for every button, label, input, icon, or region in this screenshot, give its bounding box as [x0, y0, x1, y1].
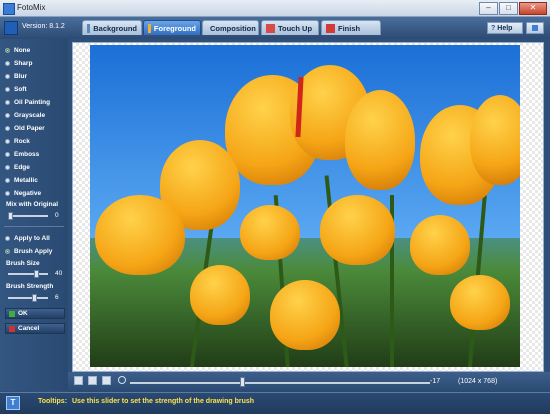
effect-option-negative[interactable]: Negative	[5, 187, 41, 199]
tab-composition[interactable]: Composition	[202, 20, 259, 35]
mix-slider-thumb[interactable]	[8, 212, 13, 220]
info-icon	[532, 25, 538, 31]
minimize-button[interactable]: –	[479, 2, 498, 15]
app-icon	[3, 3, 15, 15]
tulip-blossom	[270, 280, 340, 350]
brush-strength-value: 6	[55, 294, 59, 301]
radio-icon	[5, 138, 10, 144]
tooltip-label: Tooltips:	[38, 398, 68, 405]
effect-option-grayscale[interactable]: Grayscale	[5, 109, 45, 121]
radio-icon	[5, 164, 10, 170]
effect-option-soft[interactable]: Soft	[5, 83, 27, 95]
radio-icon	[5, 73, 10, 79]
radio-icon	[5, 177, 10, 183]
tulip-blossom	[320, 195, 395, 265]
image-size: (1024 x 768)	[458, 378, 498, 385]
radio-icon	[5, 151, 10, 157]
logo-icon	[4, 21, 18, 35]
brush-strength-thumb[interactable]	[32, 294, 37, 302]
tooltip-text: Use this slider to set the strength of t…	[72, 398, 255, 405]
tulip-blossom	[95, 195, 185, 275]
zoom-bar: -17 (1024 x 768)	[68, 372, 550, 392]
effect-option-metallic[interactable]: Metallic	[5, 174, 38, 186]
zoom-icon[interactable]	[102, 376, 111, 385]
magnifier-icon	[118, 376, 126, 384]
version-label: Version: 8.1.2	[22, 23, 65, 30]
tab-finish[interactable]: Finish	[321, 20, 381, 35]
brush-size-label: Brush Size	[6, 260, 40, 267]
brush-size-slider[interactable]	[8, 270, 48, 278]
divider	[4, 226, 64, 227]
mix-value: 0	[55, 212, 59, 219]
tab-label: Foreground	[153, 23, 196, 33]
info-button[interactable]	[526, 22, 544, 34]
radio-selected-icon	[5, 248, 10, 254]
tab-background[interactable]: Background	[82, 20, 142, 35]
fit-icon[interactable]	[74, 376, 83, 385]
tulip-blossom	[410, 215, 470, 275]
tab-label: Background	[93, 23, 137, 33]
apply-to-all-option[interactable]: Apply to All	[5, 232, 50, 244]
close-button[interactable]: ✕	[519, 2, 547, 15]
brush-strength-slider[interactable]	[8, 294, 48, 302]
radio-icon	[5, 190, 10, 196]
mix-label: Mix with Original	[6, 201, 59, 208]
title-bar: FotoMix – □ ✕	[0, 0, 550, 17]
effect-option-none[interactable]: None	[5, 44, 30, 56]
ok-icon	[9, 310, 15, 317]
radio-icon	[5, 125, 10, 131]
maximize-button[interactable]: □	[499, 2, 518, 15]
zoom-slider[interactable]	[130, 382, 430, 384]
effect-option-sharp[interactable]: Sharp	[5, 57, 32, 69]
foreground-icon	[148, 23, 151, 33]
tulip-blossom	[240, 205, 300, 260]
header-toolbar: Version: 8.1.2 Background Foreground Com…	[0, 17, 550, 39]
tulip-blossom	[345, 90, 415, 190]
tulip-blossom	[450, 275, 510, 330]
effect-option-rock[interactable]: Rock	[5, 135, 30, 147]
radio-icon	[5, 86, 10, 92]
radio-icon	[5, 112, 10, 118]
window-title: FotoMix	[17, 3, 46, 12]
effects-panel: None Sharp Blur Soft Oil Painting Graysc…	[0, 39, 68, 391]
radio-icon	[5, 99, 10, 105]
cancel-icon	[9, 325, 15, 332]
tulip-blossom	[190, 265, 250, 325]
effect-option-blur[interactable]: Blur	[5, 70, 27, 82]
effect-option-emboss[interactable]: Emboss	[5, 148, 39, 160]
effect-option-old-paper[interactable]: Old Paper	[5, 122, 45, 134]
cancel-button[interactable]: Cancel	[5, 323, 65, 334]
help-button[interactable]: ? Help	[487, 22, 523, 34]
radio-icon	[5, 60, 10, 66]
tab-foreground[interactable]: Foreground	[143, 20, 201, 35]
radio-selected-icon	[5, 47, 10, 53]
tab-label: Touch Up	[278, 23, 313, 33]
zoom-value: -17	[430, 378, 441, 385]
brush-size-value: 40	[55, 270, 63, 277]
background-icon	[87, 23, 91, 33]
help-icon: ?	[491, 24, 496, 32]
ok-button[interactable]: OK	[5, 308, 65, 319]
tulip-photo[interactable]	[90, 45, 520, 367]
tab-touch-up[interactable]: Touch Up	[261, 20, 319, 35]
mix-slider[interactable]	[8, 212, 48, 220]
finish-icon	[326, 23, 335, 33]
brush-size-thumb[interactable]	[34, 270, 39, 278]
tab-label: Composition	[210, 23, 256, 33]
radio-icon	[5, 235, 10, 241]
tooltip-icon: T	[6, 396, 20, 410]
brush-apply-option[interactable]: Brush Apply	[5, 245, 52, 257]
effect-option-edge[interactable]: Edge	[5, 161, 30, 173]
tulip-blossom	[470, 95, 520, 185]
actual-size-icon[interactable]	[88, 376, 97, 385]
tab-label: Finish	[338, 23, 361, 33]
zoom-slider-thumb[interactable]	[240, 377, 245, 387]
brush-strength-label: Brush Strength	[6, 283, 54, 290]
touch-up-icon	[266, 23, 275, 33]
effect-option-oil-painting[interactable]: Oil Painting	[5, 96, 50, 108]
status-bar: T Tooltips: Use this slider to set the s…	[0, 392, 550, 414]
